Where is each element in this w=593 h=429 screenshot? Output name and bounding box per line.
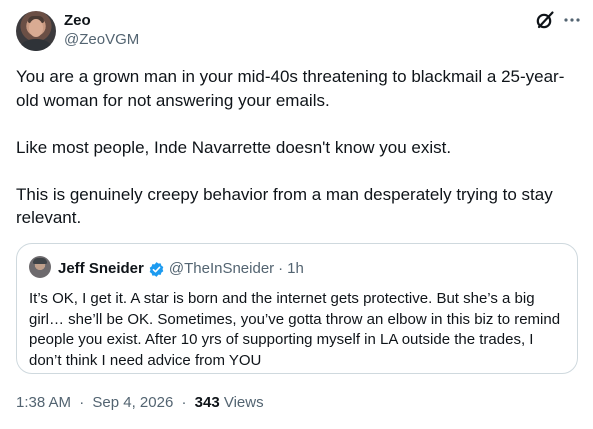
quoted-tweet-card[interactable]: Jeff Sneider @TheInSneider · 1h It’s OK,… <box>16 243 578 374</box>
quoted-author-avatar[interactable] <box>29 256 51 278</box>
tweet-text: You are a grown man in your mid-40s thre… <box>16 65 576 230</box>
tweet-time[interactable]: 1:38 AM <box>16 394 71 411</box>
quoted-author-name[interactable]: Jeff Sneider <box>58 260 144 278</box>
more-icon[interactable] <box>563 10 581 30</box>
quoted-timestamp[interactable]: 1h <box>287 260 304 278</box>
tweet-meta: 1:38 AM · Sep 4, 2026 · 343 Views <box>16 394 264 412</box>
avatar-shirt <box>20 39 52 51</box>
tweet-paragraph: This is genuinely creepy behavior from a… <box>16 184 553 228</box>
avatar-face <box>29 19 43 37</box>
meta-separator-dot: · <box>79 394 85 411</box>
author-handle[interactable]: @ZeoVGM <box>64 31 139 49</box>
author-name[interactable]: Zeo <box>64 12 91 30</box>
tweet-date[interactable]: Sep 4, 2026 <box>92 394 173 411</box>
author-avatar[interactable] <box>16 11 56 51</box>
quoted-tweet-header: Jeff Sneider @TheInSneider · 1h <box>58 260 304 278</box>
tweet-paragraph: Like most people, Inde Navarrette doesn'… <box>16 137 452 157</box>
quoted-author-handle[interactable]: @TheInSneider <box>169 260 274 278</box>
grok-icon[interactable] <box>535 10 555 30</box>
meta-separator-dot: · <box>181 394 187 411</box>
views-count: 343 <box>194 394 220 411</box>
tweet-paragraph: You are a grown man in your mid-40s thre… <box>16 67 565 110</box>
quoted-separator-dot: · <box>278 260 284 277</box>
views-label: Views <box>223 394 264 411</box>
quoted-avatar-cap <box>33 258 47 264</box>
quoted-tweet-text: It’s OK, I get it. A star is born and th… <box>29 290 561 369</box>
tweet: Zeo @ZeoVGM You are a grown man in your … <box>0 0 593 429</box>
verified-badge-icon <box>149 261 164 277</box>
